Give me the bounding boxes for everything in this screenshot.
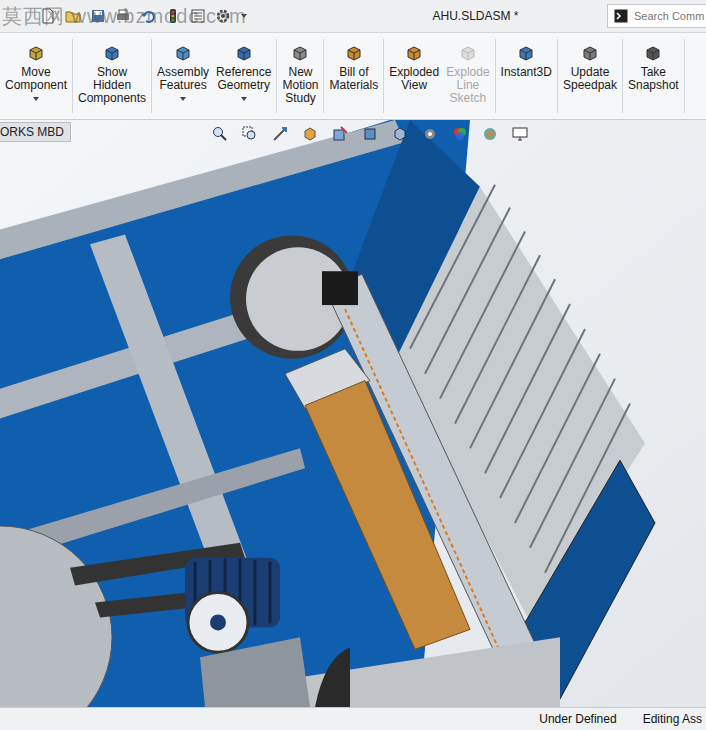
separator <box>276 39 277 113</box>
section-view-icon[interactable] <box>302 126 318 142</box>
zoom-area-icon[interactable] <box>242 126 258 142</box>
dynamic-annotation-icon[interactable] <box>332 126 348 142</box>
ribbon-button[interactable]: Assembly Features <box>155 37 211 117</box>
graphics-area[interactable]: ORKS MBD <box>0 120 706 707</box>
ribbon-label: Take Snapshot <box>628 66 679 92</box>
undo-icon[interactable] <box>140 8 156 24</box>
ribbon-label: Assembly Features <box>157 66 209 92</box>
tool-icon <box>404 43 424 63</box>
ribbon-group: Take Snapshot <box>623 33 684 119</box>
ribbon-button[interactable]: Update Speedpak <box>561 37 619 117</box>
tool-icon <box>458 43 478 63</box>
separator <box>323 39 324 113</box>
file-properties-icon[interactable] <box>190 8 206 24</box>
ribbon-label: Update Speedpak <box>563 66 617 92</box>
view-settings-icon[interactable] <box>512 126 528 142</box>
view-orientation-icon[interactable] <box>362 126 378 142</box>
watermark: 莫西网 www.bzmodc.com <box>2 3 247 30</box>
previous-view-icon[interactable] <box>272 126 288 142</box>
tool-icon <box>102 43 122 63</box>
ribbon-button[interactable]: Exploded View <box>387 37 441 117</box>
separator <box>684 39 685 113</box>
dropdown-arrow-icon[interactable] <box>32 95 40 103</box>
separator <box>622 39 623 113</box>
ribbon-label: Exploded View <box>389 66 439 92</box>
ribbon-group: Assembly Features Reference Geometry <box>152 33 276 119</box>
ribbon-label: Explode Line Sketch <box>446 66 489 105</box>
ribbon-button[interactable]: Reference Geometry <box>214 37 273 117</box>
separator <box>495 39 496 113</box>
window-title: AHU.SLDASM * <box>370 9 601 23</box>
ribbon-group: Bill of Materials <box>324 33 383 119</box>
dropdown-arrow-icon[interactable] <box>240 12 248 20</box>
quick-access-toolbar <box>0 8 370 24</box>
zoom-to-fit-icon[interactable] <box>212 126 228 142</box>
ahu-assembly-model[interactable] <box>0 120 706 707</box>
heads-up-view-toolbar <box>212 126 528 142</box>
tool-icon <box>173 43 193 63</box>
tool-icon <box>643 43 663 63</box>
dropdown-arrow-icon[interactable] <box>240 95 248 103</box>
dropdown-arrow-icon[interactable] <box>179 95 187 103</box>
status-bar: Under Defined Editing Ass <box>0 707 706 730</box>
ribbon-group: New Motion Study <box>277 33 323 119</box>
separator <box>151 39 152 113</box>
search-box[interactable]: Search Comm <box>607 4 706 28</box>
tool-icon <box>516 43 536 63</box>
ribbon-group: Instant3D <box>496 33 557 119</box>
tool-icon <box>344 43 364 63</box>
new-file-icon[interactable] <box>40 8 56 24</box>
open-folder-icon[interactable] <box>65 8 81 24</box>
solidworks-window: AHU.SLDASM * Search Comm 莫西网 www.bzmodc.co… <box>0 0 706 730</box>
edit-appearance-icon[interactable] <box>452 126 468 142</box>
ribbon-button[interactable]: Bill of Materials <box>327 37 380 117</box>
tool-icon <box>580 43 600 63</box>
ribbon-button: Explode Line Sketch <box>444 37 491 117</box>
ribbon-button[interactable]: Show Hidden Components <box>76 37 148 117</box>
ribbon-button[interactable]: Take Snapshot <box>626 37 681 117</box>
ribbon-label: Show Hidden Components <box>78 66 146 105</box>
ribbon-group: Move Component <box>0 33 72 119</box>
apply-scene-icon[interactable] <box>482 126 498 142</box>
ribbon-button[interactable]: New Motion Study <box>280 37 320 117</box>
display-style-icon[interactable] <box>392 126 408 142</box>
status-text: Editing Ass <box>643 712 702 726</box>
ribbon-button[interactable]: Instant3D <box>499 37 554 117</box>
separator <box>557 39 558 113</box>
ribbon-label: New Motion Study <box>282 66 318 105</box>
separator <box>72 39 73 113</box>
command-manager: Move ComponentShow Hidden ComponentsAsse… <box>0 33 706 120</box>
ribbon-label: Move Component <box>5 66 67 92</box>
command-tab[interactable]: ORKS MBD <box>0 122 71 142</box>
options-gear-icon[interactable] <box>215 8 231 24</box>
print-icon[interactable] <box>115 8 131 24</box>
ribbon-button[interactable]: Move Component <box>3 37 69 117</box>
separator <box>383 39 384 113</box>
ribbon-label: Bill of Materials <box>329 66 378 92</box>
ribbon-label: Instant3D <box>501 66 552 79</box>
title-bar: AHU.SLDASM * Search Comm 莫西网 www.bzmodc.co… <box>0 0 706 33</box>
ribbon-group: Exploded View Explode Line Sketch <box>384 33 494 119</box>
ribbon-label: Reference Geometry <box>216 66 271 92</box>
hide-show-items-icon[interactable] <box>422 126 438 142</box>
tool-icon <box>234 43 254 63</box>
rebuild-traffic-light-icon[interactable] <box>165 8 181 24</box>
ribbon-group: Update Speedpak <box>558 33 622 119</box>
status-text: Under Defined <box>539 712 616 726</box>
ribbon-group: Show Hidden Components <box>73 33 151 119</box>
command-prompt-icon <box>614 9 628 23</box>
tool-icon <box>26 43 46 63</box>
tool-icon <box>290 43 310 63</box>
search-placeholder: Search Comm <box>634 10 704 22</box>
save-icon[interactable] <box>90 8 106 24</box>
